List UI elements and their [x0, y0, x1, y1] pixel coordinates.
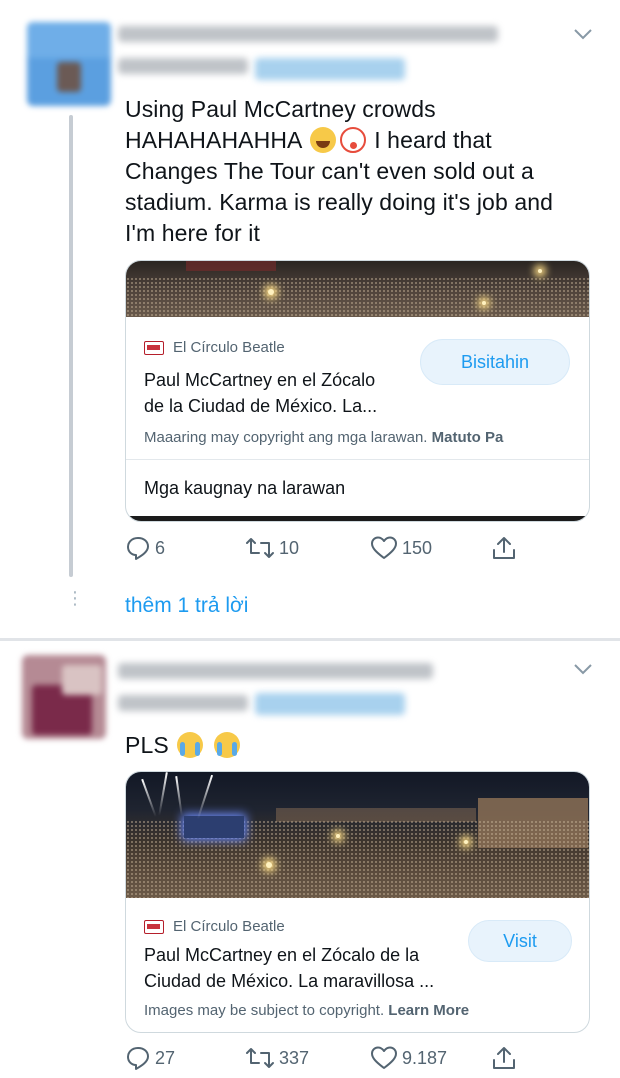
like-button[interactable]: 9.187	[370, 1045, 447, 1071]
share-button[interactable]	[491, 1045, 521, 1071]
thread-line	[69, 115, 73, 577]
share-button[interactable]	[491, 535, 521, 561]
face-with-tears-of-joy-icon	[309, 127, 336, 153]
handle-blurred	[255, 58, 405, 80]
visit-button[interactable]: Bisitahin	[420, 339, 570, 385]
heart-icon	[371, 536, 397, 559]
more-dots-icon: ⋮	[66, 588, 84, 608]
loudly-crying-face-icon	[213, 732, 240, 758]
learn-more-link[interactable]: Learn More	[388, 1002, 469, 1019]
related-images-label: Mga kaugnay na larawan	[144, 478, 346, 498]
reply-count: 27	[155, 1047, 176, 1068]
avatar[interactable]	[27, 22, 111, 106]
handle-blurred	[255, 693, 405, 715]
reply-icon	[127, 537, 149, 560]
card-source: El Círculo Beatle	[173, 339, 285, 356]
tweet-actions: 6 10 150	[125, 535, 525, 565]
retweet-button[interactable]: 337	[245, 1045, 309, 1071]
handle-blurred	[118, 695, 248, 711]
share-icon	[493, 1047, 515, 1069]
card-source: El Círculo Beatle	[173, 918, 285, 935]
reply-count: 6	[155, 537, 166, 558]
card-title[interactable]: Paul McCartney en el Zócalo de la Ciudad…	[144, 942, 434, 994]
username-blurred	[118, 663, 433, 679]
link-card[interactable]: El Círculo Beatle Paul McCartney en el Z…	[125, 260, 590, 522]
card-title[interactable]: Paul McCartney en el Zócalo de la Ciudad…	[144, 367, 377, 419]
retweet-count: 337	[279, 1047, 310, 1068]
source-logo	[144, 919, 164, 934]
retweet-button[interactable]: 10	[245, 535, 299, 561]
retweet-count: 10	[279, 537, 300, 558]
share-icon	[493, 537, 515, 559]
heart-icon	[371, 1046, 397, 1069]
like-button[interactable]: 150	[370, 535, 432, 561]
link-card[interactable]: El Círculo Beatle Paul McCartney en el Z…	[125, 771, 590, 1033]
handle-blurred	[118, 58, 248, 74]
copyright-notice: Maaaring may copyright ang mga larawan. …	[144, 429, 504, 446]
chevron-down-icon[interactable]	[572, 661, 594, 677]
tweet-actions: 27 337 9.187	[125, 1045, 525, 1075]
card-image[interactable]	[126, 261, 589, 317]
show-more-replies-link[interactable]: thêm 1 trả lời	[125, 594, 248, 618]
loudly-crying-face-icon	[177, 732, 204, 758]
retweet-icon	[246, 538, 274, 558]
like-count: 9.187	[402, 1047, 448, 1068]
tweet-text: PLS	[125, 730, 242, 761]
like-count: 150	[402, 537, 433, 558]
card-image[interactable]	[126, 772, 589, 898]
clown-face-icon	[339, 127, 366, 153]
related-images-strip	[126, 516, 589, 521]
chevron-down-icon[interactable]	[572, 26, 594, 42]
copyright-notice: Images may be subject to copyright. Lear…	[144, 1002, 470, 1019]
retweet-icon	[246, 1048, 274, 1068]
username-blurred	[118, 26, 498, 42]
reply-button[interactable]: 6	[125, 535, 165, 561]
reply-button[interactable]: 27	[125, 1045, 175, 1071]
learn-more-link[interactable]: Matuto Pa	[432, 429, 504, 446]
visit-button[interactable]: Visit	[468, 920, 572, 962]
source-logo	[144, 340, 164, 355]
avatar[interactable]	[22, 655, 106, 739]
tweet-text: Using Paul McCartney crowds HAHAHAHAHHA …	[125, 96, 554, 246]
related-images[interactable]: Mga kaugnay na larawan	[126, 459, 589, 515]
reply-icon	[127, 1047, 149, 1070]
